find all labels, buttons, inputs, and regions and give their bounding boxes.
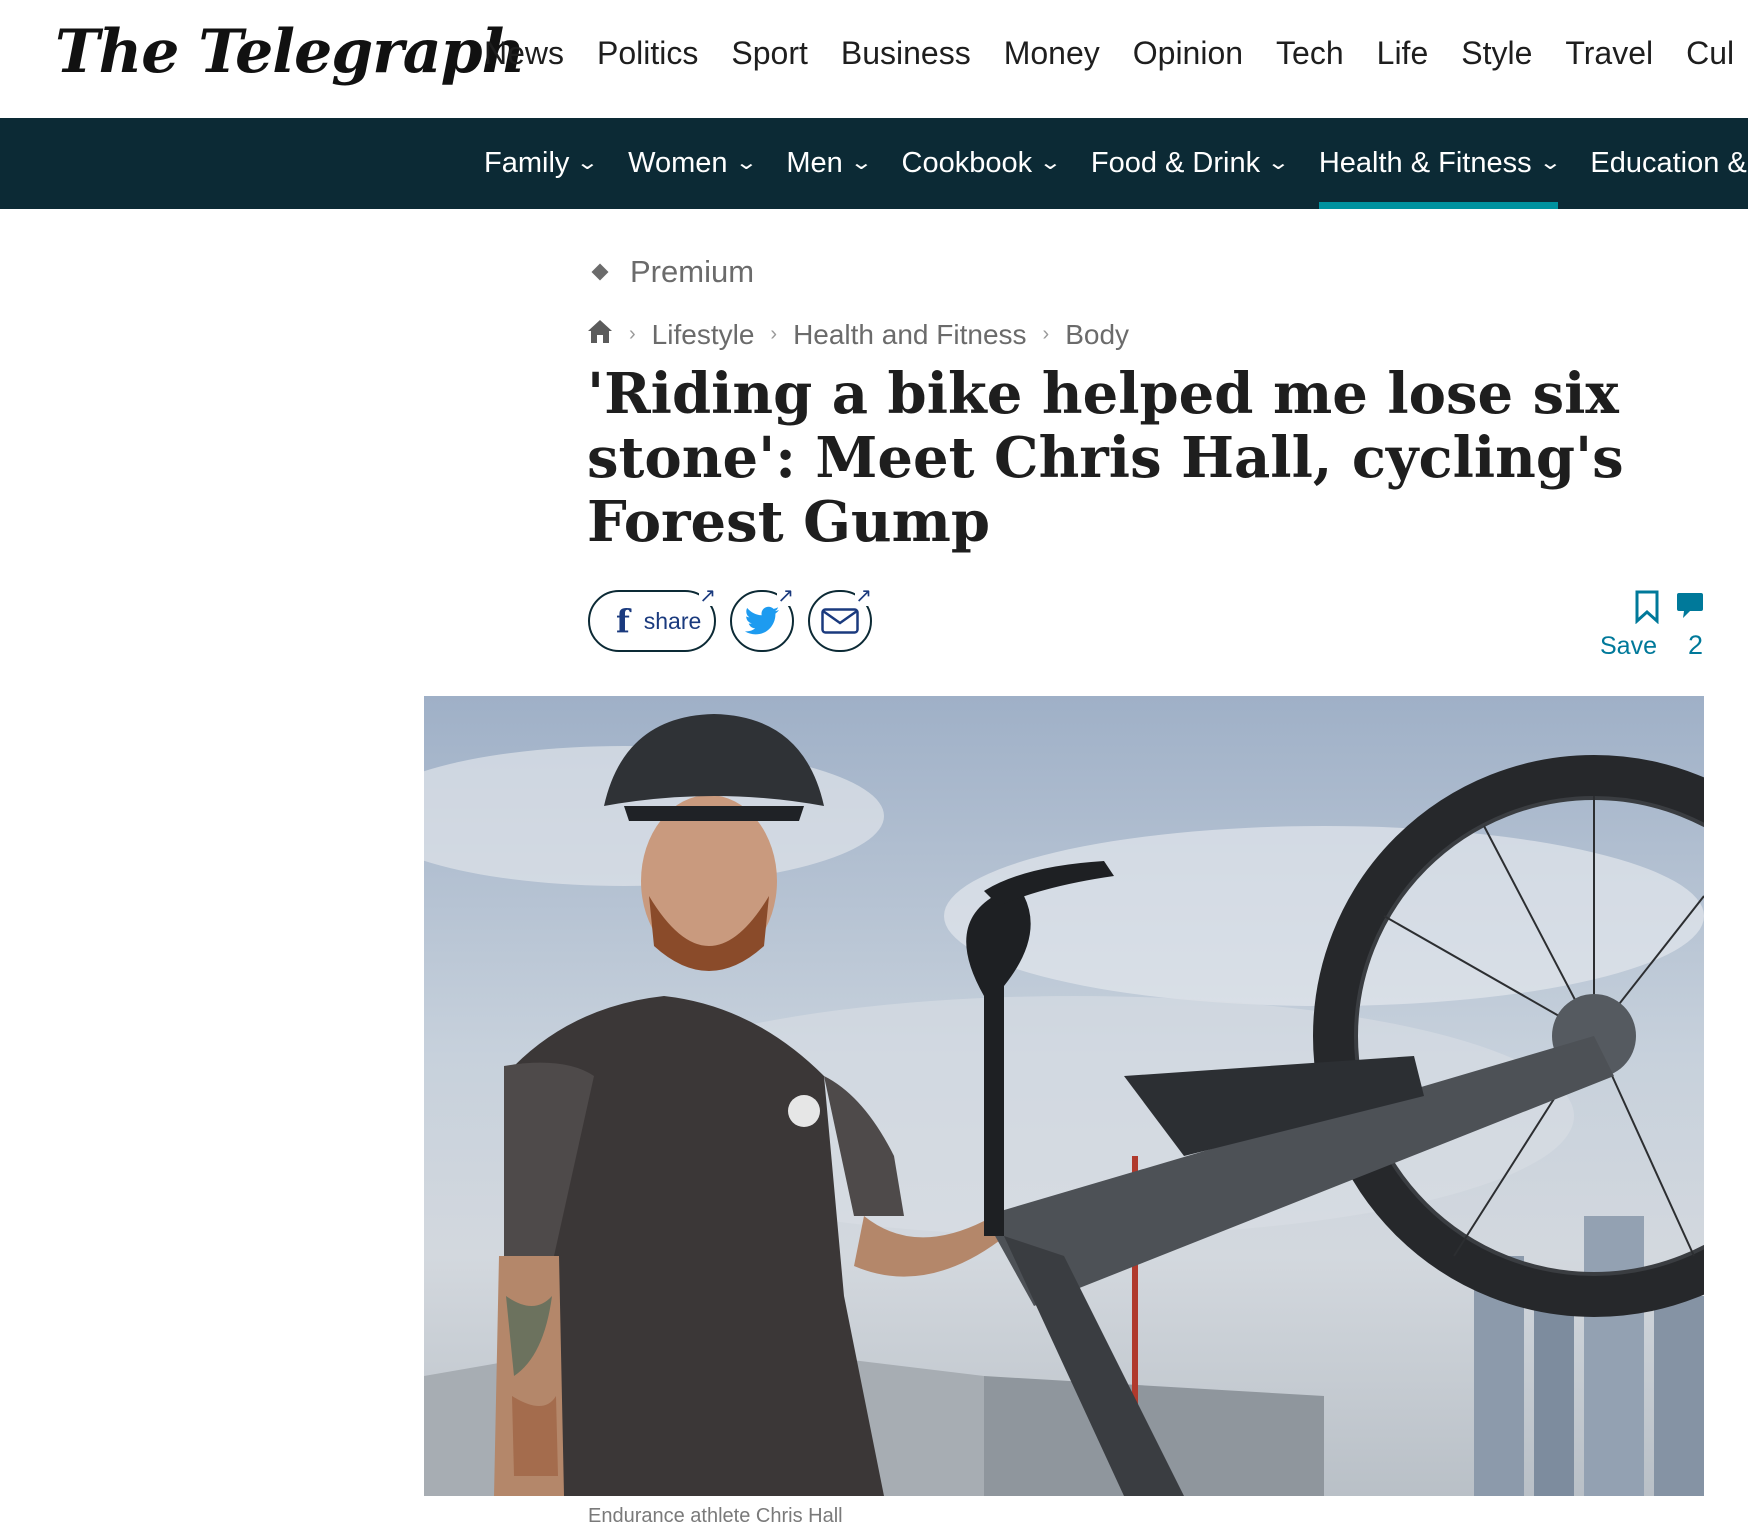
secondary-navigation: Family ⌄ Women ⌄ Men ⌄ Cookbook ⌄ Food & Dri…: [0, 118, 1748, 209]
subnav-item-men[interactable]: Men ⌄: [786, 118, 873, 209]
nav-item-style[interactable]: Style: [1461, 28, 1532, 118]
breadcrumb-separator: ›: [770, 323, 778, 345]
twitter-icon: [744, 606, 779, 635]
chevron-down-icon: ⌄: [1538, 152, 1562, 174]
chevron-down-icon: ⌄: [1038, 152, 1063, 174]
nav-item-politics[interactable]: Politics: [597, 28, 698, 118]
breadcrumb-health-fitness[interactable]: Health and Fitness: [793, 319, 1026, 351]
nav-item-sport[interactable]: Sport: [731, 28, 807, 118]
home-icon[interactable]: [587, 318, 613, 351]
breadcrumb: › Lifestyle › Health and Fitness › Body: [587, 318, 1129, 351]
nav-item-money[interactable]: Money: [1004, 28, 1100, 118]
external-arrow-icon: ↗: [777, 585, 794, 607]
envelope-icon: [821, 608, 859, 634]
nav-item-culture[interactable]: Cul: [1686, 28, 1734, 118]
subnav-label: Cookbook: [901, 147, 1033, 179]
facebook-share-label: share: [643, 607, 702, 634]
external-arrow-icon: ↗: [855, 585, 872, 607]
primary-nav: News Politics Sport Business Money Opini…: [484, 28, 1748, 158]
subnav-label: Men: [786, 147, 843, 179]
external-arrow-icon: ↗: [699, 585, 716, 607]
subnav-item-health-fitness[interactable]: Health & Fitness ⌄: [1318, 118, 1562, 209]
subnav-label: Women: [628, 147, 728, 179]
facebook-icon: f: [616, 602, 630, 640]
nav-item-travel[interactable]: Travel: [1565, 28, 1653, 118]
breadcrumb-lifestyle[interactable]: Lifestyle: [652, 319, 755, 351]
premium-badge: Premium: [588, 254, 754, 290]
bookmark-icon[interactable]: [1635, 590, 1659, 629]
subnav-item-women[interactable]: Women ⌄: [628, 118, 758, 209]
subnav-label: Health & Fitness: [1318, 147, 1532, 179]
nav-item-life[interactable]: Life: [1376, 28, 1428, 158]
article-actions: Save 2: [1600, 586, 1710, 660]
premium-label: Premium: [630, 254, 755, 289]
image-caption: Endurance athlete Chris Hall: [588, 1505, 843, 1527]
comment-icon[interactable]: [1676, 592, 1704, 625]
chevron-down-icon: ⌄: [734, 152, 758, 174]
cyclist-photo: [424, 714, 1704, 1496]
breadcrumb-separator: ›: [1042, 323, 1050, 345]
nav-item-business[interactable]: Business: [841, 28, 971, 118]
share-bar: f share ↗ ↗ ↗: [588, 586, 886, 652]
breadcrumb-separator: ›: [629, 323, 636, 345]
email-share-button[interactable]: ↗: [808, 586, 872, 652]
chevron-down-icon: ⌄: [849, 152, 873, 174]
subnav-item-family[interactable]: Family ⌄: [484, 118, 600, 209]
facebook-share-button[interactable]: f share ↗: [588, 586, 716, 652]
subnav-item-food-drink[interactable]: Food & Drink ⌄: [1090, 118, 1291, 209]
diamond-icon: [591, 263, 609, 281]
subnav-label: Family: [484, 147, 570, 179]
nav-item-tech[interactable]: Tech: [1276, 28, 1344, 118]
top-navigation: The Telegraph News Politics Sport Busine…: [0, 0, 1748, 158]
comment-count[interactable]: 2: [1688, 630, 1703, 661]
subnav-item-education[interactable]: Education &: [1590, 118, 1746, 209]
telegraph-logo[interactable]: The Telegraph: [55, 16, 525, 88]
hero-image: [424, 696, 1704, 1496]
breadcrumb-body[interactable]: Body: [1065, 319, 1129, 351]
nav-item-opinion[interactable]: Opinion: [1133, 28, 1243, 118]
chevron-down-icon: ⌄: [576, 152, 600, 174]
article-headline: 'Riding a bike helped me lose six stone'…: [587, 361, 1624, 555]
subnav-label: Education &: [1590, 147, 1747, 179]
chevron-down-icon: ⌄: [1266, 152, 1291, 174]
sub-nav: Family ⌄ Women ⌄ Men ⌄ Cookbook ⌄ Food & Dri…: [484, 118, 1748, 209]
save-label[interactable]: Save: [1600, 632, 1657, 661]
subnav-item-cookbook[interactable]: Cookbook ⌄: [901, 118, 1063, 209]
nav-item-news[interactable]: News: [484, 28, 564, 118]
twitter-share-button[interactable]: ↗: [730, 586, 794, 652]
subnav-label: Food & Drink: [1090, 147, 1261, 179]
